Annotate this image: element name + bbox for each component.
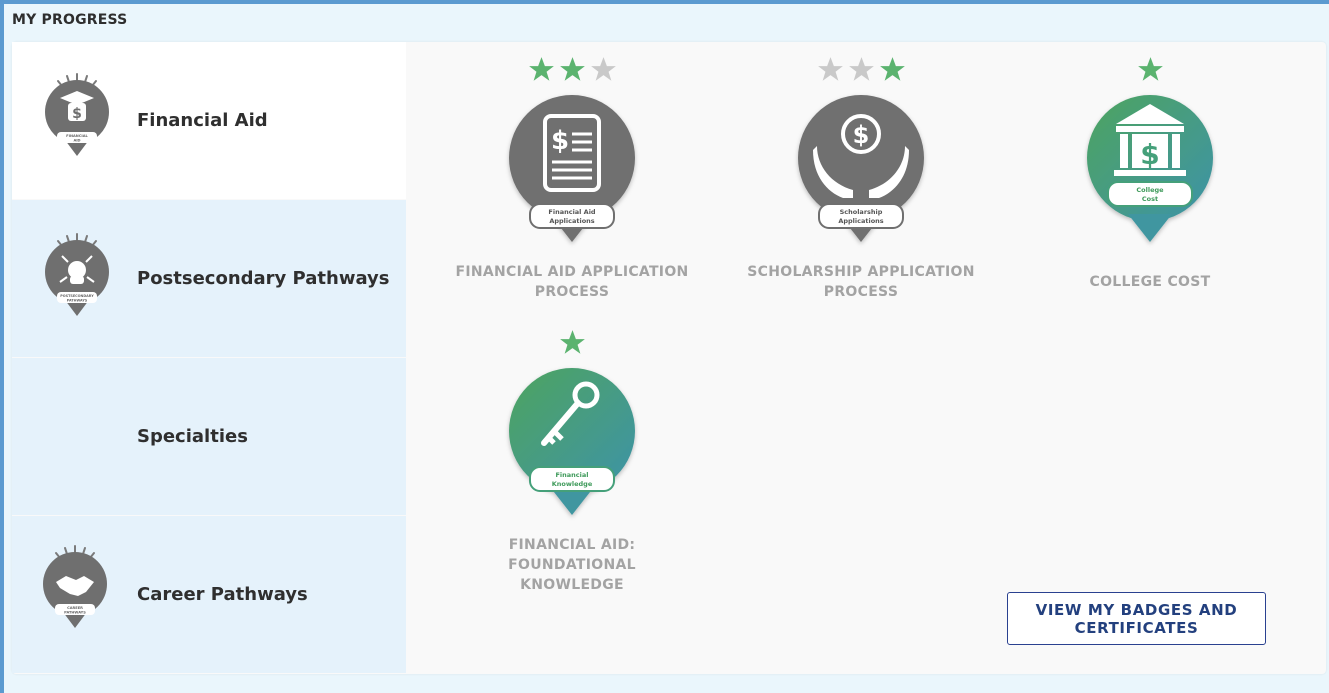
hands-coin-icon: $ Scholarship Applications xyxy=(798,95,924,242)
star-empty-icon xyxy=(590,57,616,81)
svg-text:$: $ xyxy=(853,121,870,149)
progress-panel: $ FINANCIAL AID Financial Aid POSTSECOND… xyxy=(12,42,1326,674)
sidebar-item-label: Postsecondary Pathways xyxy=(137,268,390,289)
sidebar-item-postsecondary-pathways[interactable]: POSTSECONDARY PATHWAYS Postsecondary Pat… xyxy=(12,200,406,357)
svg-text:AID: AID xyxy=(73,139,80,143)
handshake-icon: CAREER PATHWAYS xyxy=(43,545,107,628)
badge-caption: Knowledge xyxy=(552,480,593,488)
star-empty-icon xyxy=(817,57,843,81)
badge-scholarship-application[interactable]: $ Scholarship Applications SCHOLARSHIP A… xyxy=(741,56,981,302)
sidebar-item-financial-aid[interactable]: $ FINANCIAL AID Financial Aid xyxy=(12,42,406,199)
badge-caption: Financial xyxy=(555,471,588,479)
bank-dollar-icon: $ College Cost xyxy=(1087,95,1213,242)
sidebar-item-label: Financial Aid xyxy=(137,110,268,131)
star-filled-icon xyxy=(559,330,585,354)
badge-caption: Financial Aid xyxy=(548,208,596,216)
badge-title: PROCESS xyxy=(534,284,610,300)
star-rating xyxy=(741,56,981,86)
badge-financial-knowledge[interactable]: Financial Knowledge FINANCIAL AID: FOUND… xyxy=(452,329,692,595)
badge-college-cost[interactable]: $ College Cost COLLEGE COST xyxy=(1030,56,1270,292)
star-rating xyxy=(452,329,692,359)
star-filled-icon xyxy=(879,57,905,81)
svg-text:PATHWAYS: PATHWAYS xyxy=(67,299,88,303)
key-icon: Financial Knowledge xyxy=(509,368,635,515)
star-filled-icon xyxy=(559,57,585,81)
view-badges-label: CERTIFICATES xyxy=(1074,619,1199,637)
svg-text:$: $ xyxy=(1140,138,1159,171)
badge-caption: Applications xyxy=(838,217,883,225)
svg-text:POSTSECONDARY: POSTSECONDARY xyxy=(60,294,94,298)
svg-text:PATHWAYS: PATHWAYS xyxy=(64,611,86,615)
sidebar: $ FINANCIAL AID Financial Aid POSTSECOND… xyxy=(12,42,406,674)
page-title: MY PROGRESS xyxy=(12,12,128,28)
crossroads-head-icon: POSTSECONDARY PATHWAYS xyxy=(45,233,109,316)
badge-financial-aid-application[interactable]: $ Financial Aid Applications FINANCIAL A… xyxy=(452,56,692,302)
view-badges-button[interactable]: VIEW MY BADGES AND CERTIFICATES xyxy=(1007,592,1266,645)
svg-text:FINANCIAL: FINANCIAL xyxy=(66,134,88,138)
svg-text:$: $ xyxy=(72,106,82,122)
star-filled-icon xyxy=(528,57,554,81)
star-rating xyxy=(1030,56,1270,86)
badge-caption: College xyxy=(1136,186,1164,194)
badge-title: FINANCIAL AID APPLICATION xyxy=(455,264,689,280)
star-rating xyxy=(452,56,692,86)
svg-text:$: $ xyxy=(551,126,569,156)
badge-caption: Applications xyxy=(549,217,594,225)
badge-title: KNOWLEDGE xyxy=(520,577,624,593)
badge-title: FINANCIAL AID: FOUNDATIONAL xyxy=(508,537,636,573)
sidebar-item-label: Specialties xyxy=(137,426,248,447)
badge-title: COLLEGE COST xyxy=(1089,274,1211,290)
sidebar-item-label: Career Pathways xyxy=(137,584,308,605)
badge-title: SCHOLARSHIP APPLICATION xyxy=(747,264,975,280)
progress-frame: MY PROGRESS $ FINANCIAL AID Financial Ai… xyxy=(4,4,1329,693)
sidebar-item-career-pathways[interactable]: CAREER PATHWAYS Career Pathways xyxy=(12,516,406,673)
badge-caption: Cost xyxy=(1142,195,1158,203)
graduate-dollar-icon: $ FINANCIAL AID xyxy=(45,73,109,156)
svg-text:CAREER: CAREER xyxy=(67,606,83,610)
star-empty-icon xyxy=(848,57,874,81)
star-filled-icon xyxy=(1137,57,1163,81)
sidebar-item-specialties[interactable]: Specialties xyxy=(12,358,406,515)
badge-caption: Scholarship xyxy=(840,208,883,216)
view-badges-label: VIEW MY BADGES AND xyxy=(1035,601,1238,619)
document-dollar-icon: $ Financial Aid Applications xyxy=(509,95,635,242)
badge-title: PROCESS xyxy=(823,284,899,300)
